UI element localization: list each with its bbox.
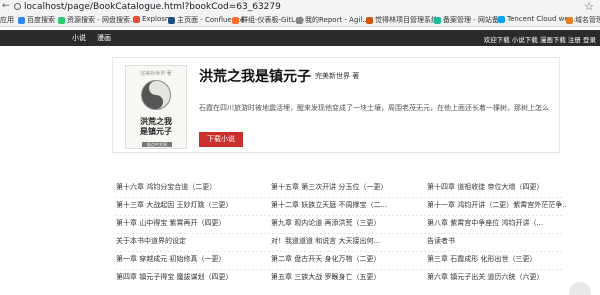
chapter-row: 关于本书中道界的设定 对！我道道道 和说言 大天接出何... 告读者书: [116, 236, 564, 253]
chapter-link[interactable]: 第二章 盘古开天 身化万物（二更）: [271, 254, 411, 264]
chapter-link[interactable]: 第十章 山中得宝 紫霄再开（四更）: [116, 218, 256, 228]
bookmark-item[interactable]: Explosm: [133, 15, 172, 23]
domain-icon: [566, 16, 573, 24]
chapter-link[interactable]: 对！我道道道 和说言 大天接出何...: [271, 236, 411, 246]
book-author: 完美新世界 著: [315, 72, 360, 80]
back-to-top-button[interactable]: [569, 282, 591, 295]
chapter-link[interactable]: 第十六章 鸿钧分宝合道（二更）: [116, 182, 256, 192]
bookmark-item[interactable]: 资源搜索 - 网盘搜索...: [58, 15, 137, 25]
cover-publisher: 起点中文网: [142, 142, 172, 147]
chapter-link[interactable]: 第八章 紫霄宫中争座位 鸿钧开讲（...: [427, 218, 567, 228]
gitlab-icon: [232, 16, 239, 24]
pan-search-icon: [58, 16, 65, 24]
bookmark-item[interactable]: 域名管理: [566, 15, 600, 25]
nav-link-novel[interactable]: 小说: [72, 33, 86, 43]
chapter-link[interactable]: 第五章 三族大战 罗睺身亡（五更）: [271, 272, 411, 282]
url-input[interactable]: localhost/page/BookCatalogue.html?bookCo…: [24, 2, 281, 12]
chapter-row: 第一章 穿越成元 初始修真（一更） 第二章 盘古开天 身化万物（二更） 第三章 …: [116, 254, 564, 271]
chapter-link[interactable]: 第十二章 妖族立天庭 不周撑宝（二...: [271, 200, 411, 210]
chapter-row: 第十六章 鸿钧分宝合道（二更） 第十五章 第三次开讲 分玉位（一更） 第十四章 …: [116, 182, 564, 199]
chapter-link[interactable]: 告读者书: [427, 236, 567, 246]
divider: [116, 215, 564, 216]
tencent-cloud-icon: [498, 15, 505, 23]
chapter-row: 第十三章 大战起因 王妙灯跳（三更） 第十二章 妖族立天庭 不周撑宝（二... …: [116, 200, 567, 217]
bookmark-item[interactable]: 觉得林项目管理系统: [366, 15, 438, 25]
cover-title: 洪荒之我 是镇元子: [140, 116, 172, 136]
chapter-link[interactable]: 第十五章 第三次开讲 分玉位（一更）: [271, 182, 411, 192]
chapter-row: 第十章 山中得宝 紫霄再开（四更） 第九章 观内论道 再添洪荒（三更） 第八章 …: [116, 218, 564, 235]
chapter-link[interactable]: 第十四章 道祖收徒 帝位大增（四更）: [427, 182, 567, 192]
book-cover[interactable]: 完美新世界 著 洪荒之我 是镇元子 起点中文网: [125, 65, 187, 149]
download-novel-button[interactable]: 下载小说: [199, 132, 243, 147]
chapter-link[interactable]: 第六章 镇元子出关 道历六统（六更）: [427, 272, 567, 282]
baidu-icon: [18, 16, 25, 24]
site-header: 小说 漫画 欢迎下载 小说下载 漫画下载 注册 登录: [0, 30, 600, 46]
yin-yang-icon: [141, 80, 171, 110]
divider: [116, 233, 564, 234]
bookmark-item[interactable]: 备案管理 - 网站备...: [434, 15, 506, 25]
chapter-link[interactable]: 第十三章 大战起因 王妙灯跳（三更）: [116, 200, 256, 210]
chapter-link[interactable]: 关于本书中道界的设定: [116, 236, 256, 246]
star-icon[interactable]: ☆: [584, 0, 594, 13]
bookmark-item[interactable]: Tencent Cloud we...: [498, 15, 575, 23]
chapter-link[interactable]: 第九章 观内论道 再添洪荒（三更）: [271, 218, 411, 228]
divider: [116, 269, 564, 270]
chapter-link[interactable]: 第一章 穿越成元 初始修真（一更）: [116, 254, 256, 264]
chapter-link[interactable]: 第四章 镇元子得宝 魔拔谋划（四更）: [116, 272, 256, 282]
confluence-icon: [168, 16, 175, 24]
bookmark-item[interactable]: 群组-仪表板-GitLab: [232, 15, 304, 25]
welcome-text: 欢迎下载 小说下载 漫画下载 注册 登录: [483, 36, 596, 44]
book-description: 石霞在四川旅游时被地震活埋，醒来发现他变成了一块土壤，周围老茂无元，在他上面还长…: [199, 104, 549, 112]
chapter-link[interactable]: 第三章 石霞成形 化形出世（三更）: [427, 254, 567, 264]
bookmark-item[interactable]: 我的Report - Agil...: [296, 15, 369, 25]
info-icon[interactable]: [14, 3, 21, 10]
bookmarks-bar: 应用 百度搜索 资源搜索 - 网盘搜索... Explosm 主页面 - Con…: [0, 14, 600, 27]
cover-subtitle: 完美新世界 著: [140, 71, 172, 77]
back-arrow-icon[interactable]: ←: [2, 1, 10, 11]
book-info-panel: 完美新世界 著 洪荒之我 是镇元子 起点中文网 洪荒之我是镇元子 完美新世界 著…: [112, 57, 560, 153]
browser-address-bar: ← localhost/page/BookCatalogue.html?book…: [0, 0, 600, 14]
chapter-row: 第四章 镇元子得宝 魔拔谋划（四更） 第五章 三族大战 罗睺身亡（五更） 第六章…: [116, 272, 564, 289]
project-icon: [366, 16, 373, 24]
divider: [116, 197, 564, 198]
nav-link-comic[interactable]: 漫画: [97, 33, 111, 43]
beian-icon: [434, 16, 441, 24]
bookmark-item[interactable]: 应用: [0, 15, 14, 25]
report-icon: [296, 16, 303, 24]
divider: [116, 251, 564, 252]
book-title: 洪荒之我是镇元子: [199, 69, 311, 85]
chapter-link[interactable]: 第十一章 鸿钧开讲（二更）紫霄宫外茫茫争...: [427, 200, 567, 210]
bookmark-item[interactable]: 百度搜索: [18, 15, 55, 25]
explosm-icon: [133, 15, 140, 23]
